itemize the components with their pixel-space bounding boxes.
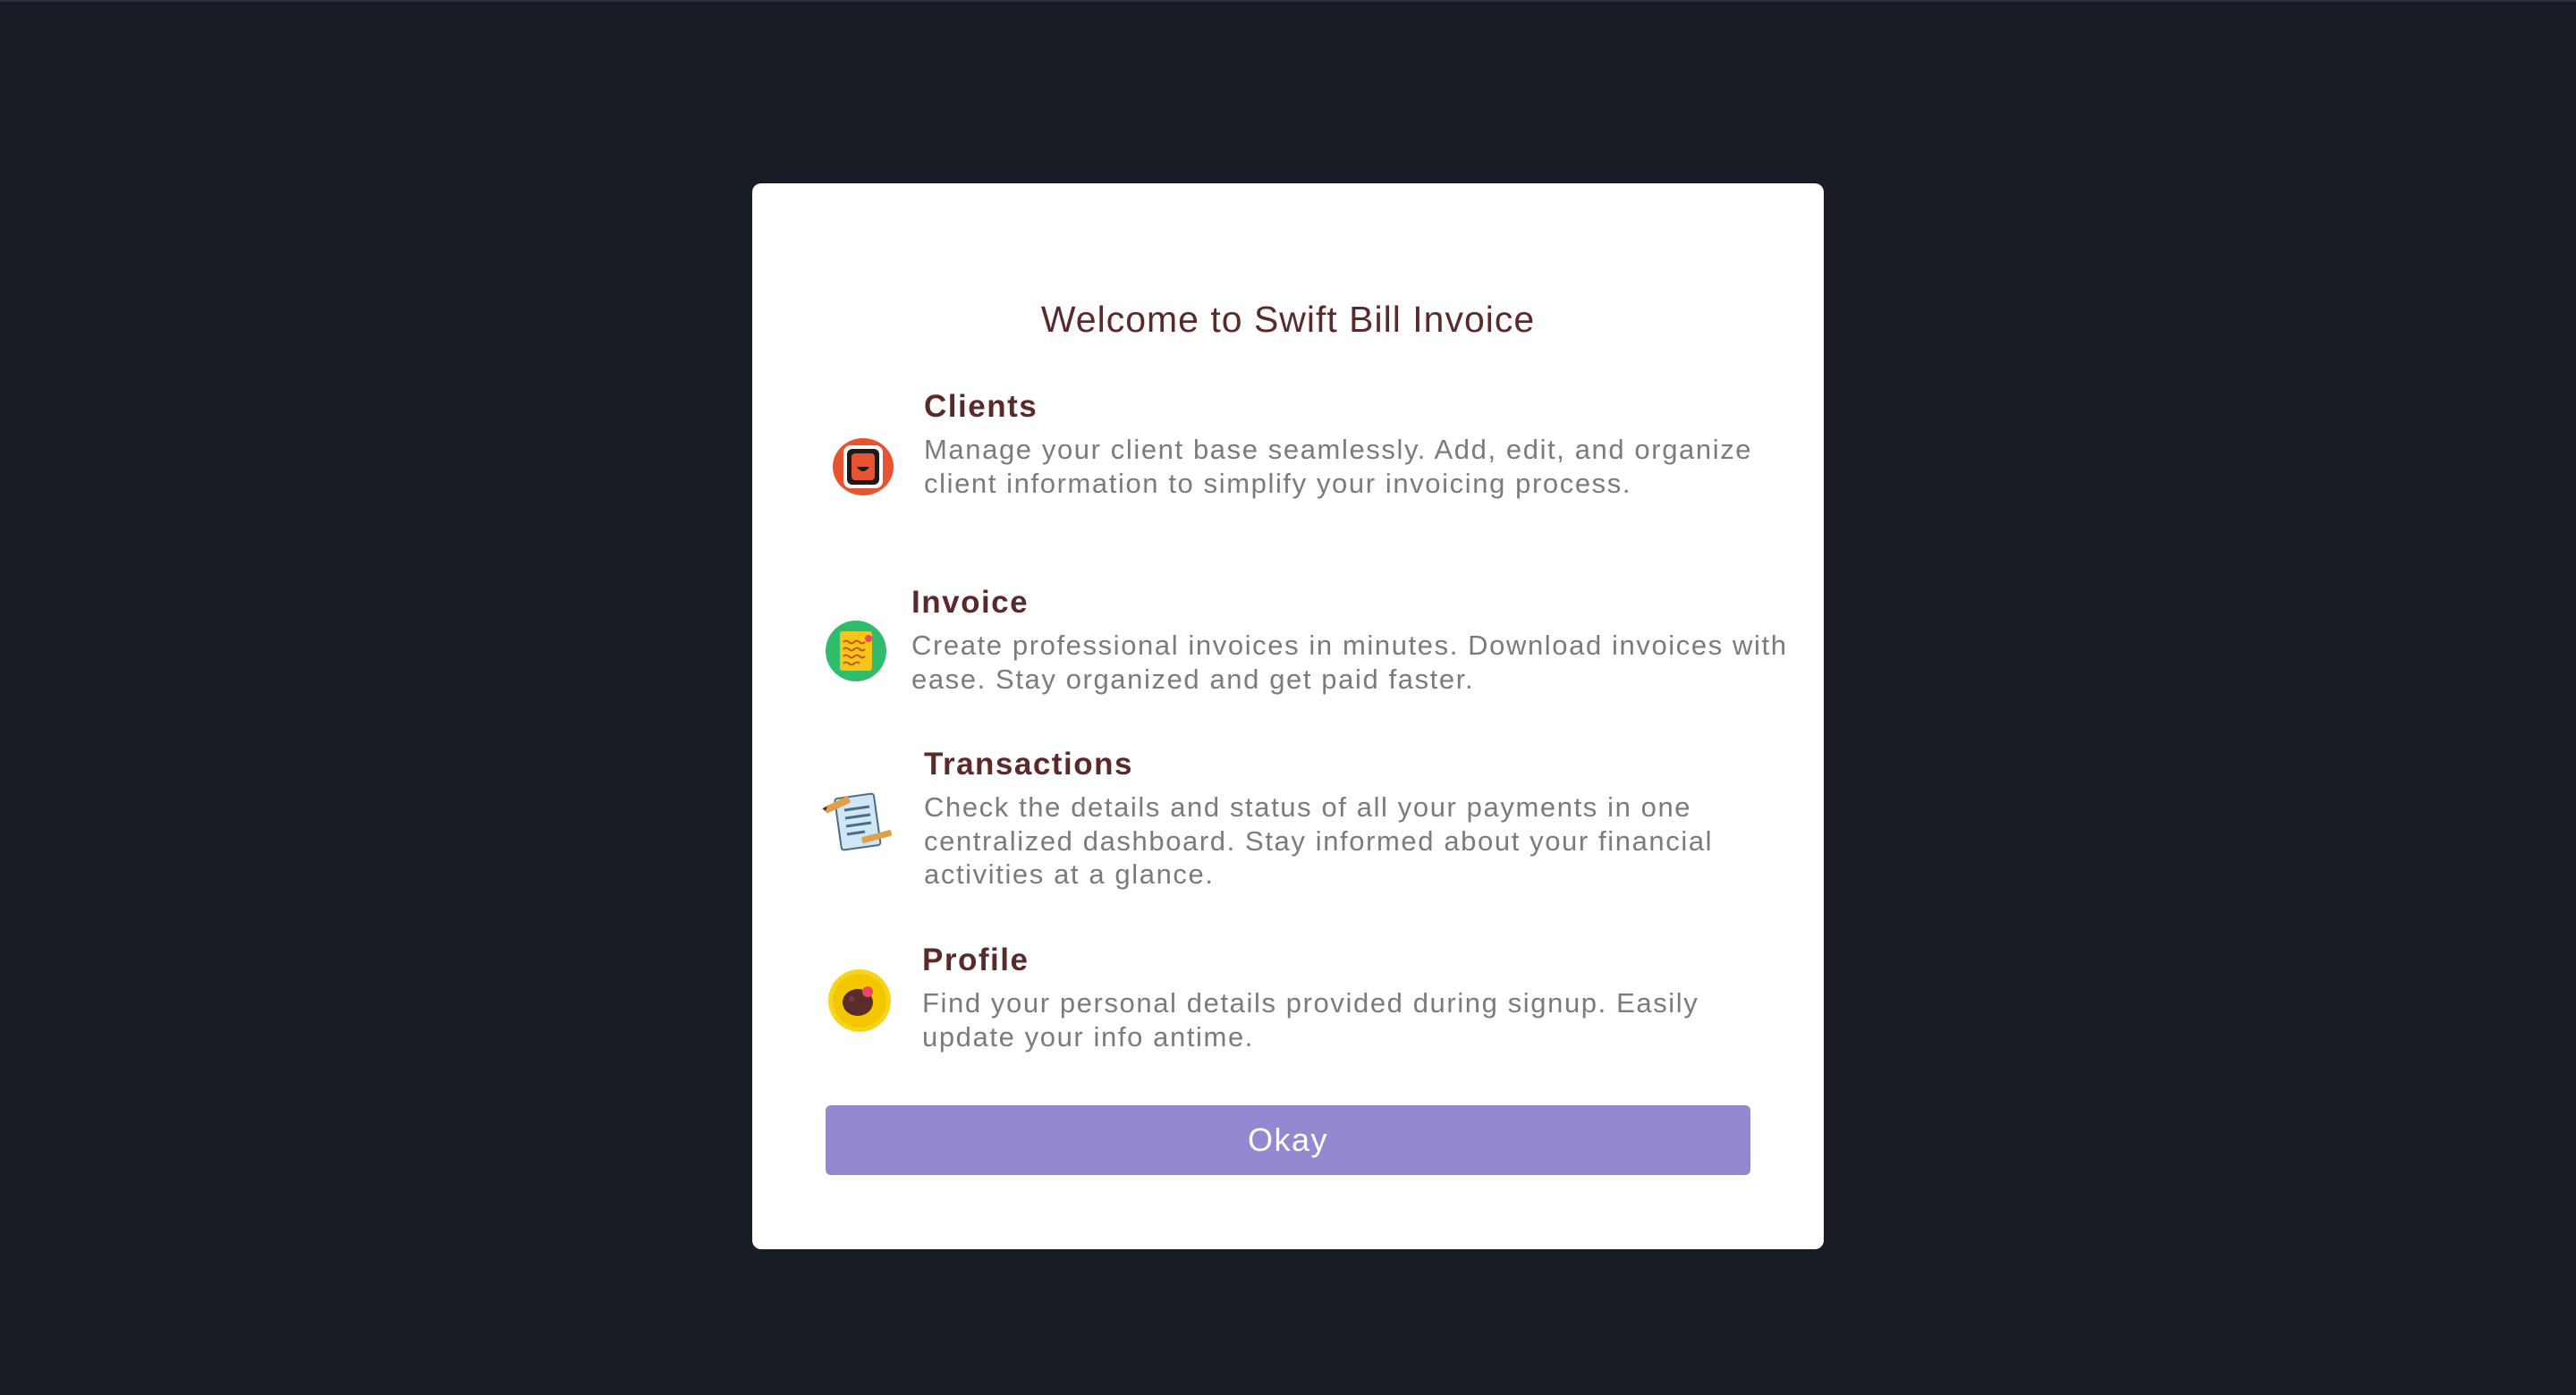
invoice-icon: [820, 615, 892, 687]
feature-invoice: Invoice Create professional invoices in …: [820, 580, 1786, 697]
clients-icon: [827, 431, 899, 503]
feature-description: Find your personal details provided duri…: [922, 987, 1699, 1053]
feature-heading: Profile: [922, 943, 1030, 977]
feature-description: Manage your client base seamlessly. Add,…: [924, 434, 1753, 499]
feature-profile: Profile Find your personal details provi…: [822, 938, 1761, 1054]
feature-heading: Clients: [924, 389, 1038, 424]
modal-title: Welcome to Swift Bill Invoice: [1040, 299, 1536, 340]
feature-heading: Transactions: [924, 747, 1133, 782]
transactions-icon: [820, 787, 893, 858]
feature-description: Create professional invoices in minutes.…: [911, 630, 1788, 695]
feature-heading: Invoice: [911, 585, 1030, 620]
profile-icon: [824, 965, 895, 1036]
feature-transactions: Transactions Check the details and statu…: [820, 742, 1761, 890]
welcome-modal: Welcome to Swift Bill Invoice Clients Ma…: [752, 183, 1824, 1249]
okay-button[interactable]: Okay: [826, 1105, 1750, 1175]
feature-description: Check the details and status of all your…: [924, 791, 1714, 890]
window-top-border: [0, 0, 2576, 2]
feature-clients: Clients Manage your client base seamless…: [822, 385, 1761, 528]
